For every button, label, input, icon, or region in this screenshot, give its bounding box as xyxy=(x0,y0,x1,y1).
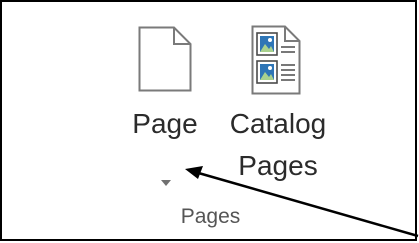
catalog-button-label-line1: Catalog xyxy=(229,108,327,139)
blank-page-icon xyxy=(138,26,192,92)
group-label: Pages xyxy=(180,205,241,228)
chevron-down-icon[interactable] xyxy=(160,174,172,192)
ribbon-group-pages: Page Catalog Pages Pages xyxy=(0,0,417,241)
screenshot-stage: Page Catalog Pages Pages xyxy=(0,0,419,243)
page-button[interactable]: Page xyxy=(120,20,210,188)
catalog-button-label-line2: Pages xyxy=(238,150,318,181)
catalog-pages-button[interactable]: Catalog Pages xyxy=(214,20,342,190)
page-button-label: Page xyxy=(132,108,198,139)
catalog-pages-icon xyxy=(251,25,301,95)
